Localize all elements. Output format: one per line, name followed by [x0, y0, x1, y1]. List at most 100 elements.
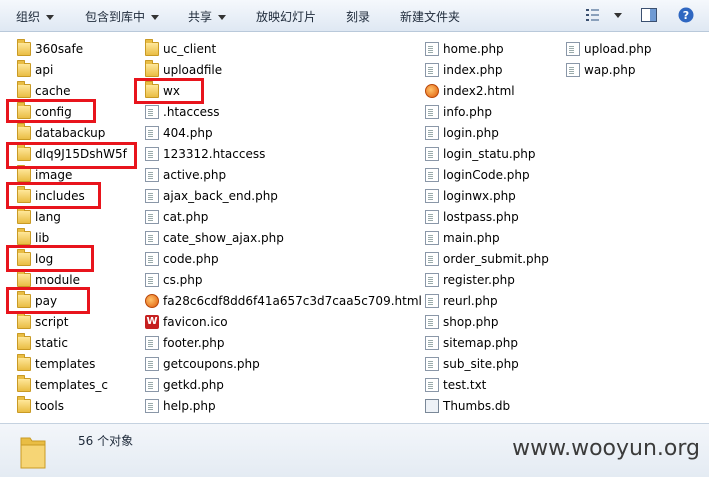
document-icon	[425, 315, 439, 329]
highlight-box	[6, 142, 137, 169]
document-icon	[145, 126, 159, 140]
item-name: register.php	[443, 273, 515, 287]
item-name: lang	[35, 210, 61, 224]
document-icon	[145, 147, 159, 161]
html-file-icon	[425, 84, 439, 98]
preview-pane-button[interactable]	[640, 7, 658, 23]
document-icon	[425, 294, 439, 308]
file-list[interactable]: 360safe api cache config databackup dlq9J15Ds…	[0, 33, 709, 423]
highlight-box	[134, 78, 204, 104]
item-name: getkd.php	[163, 378, 224, 392]
item-name: static	[35, 336, 68, 350]
item-name: help.php	[163, 399, 216, 413]
view-list-icon	[586, 9, 599, 21]
view-options-button[interactable]	[585, 7, 603, 23]
item-name: code.php	[163, 252, 219, 266]
item-name: shop.php	[443, 315, 499, 329]
item-name: index.php	[443, 63, 503, 77]
document-icon	[425, 42, 439, 56]
include-in-library-label: 包含到库中	[85, 10, 146, 24]
folder-icon	[17, 354, 31, 371]
item-name: home.php	[443, 42, 504, 56]
preview-pane-icon	[641, 8, 657, 22]
document-icon	[145, 378, 159, 392]
document-icon	[425, 252, 439, 266]
new-folder-button[interactable]: 新建文件夹	[400, 8, 460, 26]
document-icon	[425, 378, 439, 392]
document-icon	[145, 105, 159, 119]
item-count: 56 个对象	[78, 434, 134, 448]
database-file-icon	[425, 399, 439, 413]
folder-icon	[17, 312, 31, 329]
item-name: login_statu.php	[443, 147, 536, 161]
item-name: test.txt	[443, 378, 487, 392]
item-name: sub_site.php	[443, 357, 519, 371]
document-icon	[145, 231, 159, 245]
document-icon	[425, 273, 439, 287]
item-name: 123312.htaccess	[163, 147, 266, 161]
include-in-library-menu[interactable]: 包含到库中	[85, 8, 160, 26]
folder-icon	[17, 123, 31, 140]
item-name: active.php	[163, 168, 227, 182]
document-icon	[425, 168, 439, 182]
item-name: cat.php	[163, 210, 209, 224]
document-icon	[145, 189, 159, 203]
item-name: uploadfile	[163, 63, 223, 77]
item-name: loginwx.php	[443, 189, 516, 203]
favicon-icon: W	[145, 315, 159, 329]
help-icon: ?	[678, 7, 694, 23]
folder-icon	[17, 396, 31, 413]
view-chevron-down-icon[interactable]	[614, 13, 622, 18]
folder-icon	[17, 207, 31, 224]
chevron-down-icon	[46, 15, 55, 20]
document-icon	[425, 105, 439, 119]
slideshow-button[interactable]: 放映幻灯片	[256, 8, 316, 26]
document-icon	[566, 42, 580, 56]
folder-icon	[17, 270, 31, 287]
document-icon	[425, 357, 439, 371]
document-icon	[425, 231, 439, 245]
share-menu[interactable]: 共享	[188, 8, 227, 26]
document-icon	[425, 147, 439, 161]
folder-large-icon	[20, 437, 46, 469]
item-name: fa28c6cdf8dd6f41a657c3d7caa5c709.html	[163, 294, 422, 308]
item-name: loginCode.php	[443, 168, 530, 182]
svg-text:?: ?	[683, 9, 689, 22]
item-name: upload.php	[584, 42, 652, 56]
help-button[interactable]: ?	[677, 7, 695, 23]
folder-icon	[17, 375, 31, 392]
item-name: tools	[35, 399, 64, 413]
item-name: wap.php	[584, 63, 636, 77]
document-icon	[425, 336, 439, 350]
item-name: index2.html	[443, 84, 515, 98]
document-icon	[145, 357, 159, 371]
document-icon	[425, 63, 439, 77]
folder-icon	[145, 39, 159, 56]
document-icon	[145, 252, 159, 266]
burn-button[interactable]: 刻录	[346, 8, 370, 26]
organize-label: 组织	[16, 10, 41, 24]
share-label: 共享	[188, 10, 213, 24]
item-name: lostpass.php	[443, 210, 519, 224]
command-bar: 组织 包含到库中 共享 放映幻灯片 刻录 新建文件夹 ?	[0, 0, 709, 32]
highlight-box	[6, 99, 96, 123]
item-name: ajax_back_end.php	[163, 189, 278, 203]
item-name: 360safe	[35, 42, 84, 56]
item-name: databackup	[35, 126, 106, 140]
document-icon	[425, 210, 439, 224]
watermark: www.wooyun.org	[512, 436, 700, 461]
folder-icon	[145, 60, 159, 77]
item-name: templates_c	[35, 378, 109, 392]
item-name: cache	[35, 84, 71, 98]
chevron-down-icon	[218, 15, 227, 20]
item-name: 404.php	[163, 126, 213, 140]
folder-icon	[17, 81, 31, 98]
organize-menu[interactable]: 组织	[16, 8, 55, 26]
folder-icon	[17, 165, 31, 182]
item-name: favicon.ico	[163, 315, 228, 329]
document-icon	[145, 399, 159, 413]
item-name: login.php	[443, 126, 499, 140]
document-icon	[425, 126, 439, 140]
document-icon	[145, 210, 159, 224]
item-name: footer.php	[163, 336, 225, 350]
